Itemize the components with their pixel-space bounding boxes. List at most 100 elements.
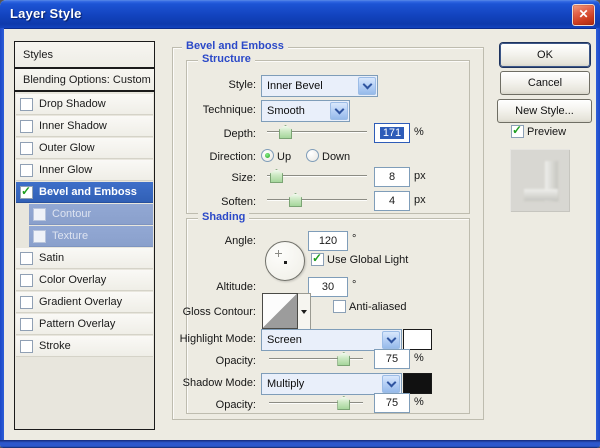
chevron-down-icon[interactable] (330, 102, 348, 120)
use-global-light-label: Use Global Light (327, 254, 409, 266)
sidebar-item-outer-glow[interactable]: Outer Glow (16, 138, 153, 159)
sidebar-item-pattern-overlay[interactable]: Pattern Overlay (16, 314, 153, 335)
checkbox[interactable] (20, 317, 33, 331)
shadow-opacity-input[interactable]: 75 (374, 393, 410, 413)
triangle-down-icon (301, 310, 307, 314)
slider-thumb[interactable] (337, 396, 351, 410)
angle-input[interactable]: 120 (308, 231, 348, 251)
highlight-color-swatch[interactable] (403, 329, 432, 350)
sidebar-item-inner-glow[interactable]: Inner Glow (16, 160, 153, 181)
preview-checkbox[interactable] (511, 123, 524, 138)
depth-label: Depth: (223, 128, 256, 140)
shadow-mode-dropdown[interactable]: Multiply (261, 373, 402, 395)
shadow-opacity-value: 75 (385, 397, 399, 409)
soften-input[interactable]: 4 (374, 191, 410, 211)
chevron-down-icon[interactable] (382, 331, 400, 349)
cancel-button[interactable]: Cancel (500, 71, 590, 95)
size-input[interactable]: 8 (374, 167, 410, 187)
direction-up-label: Up (277, 151, 292, 163)
sidebar-item-label: Gradient Overlay (39, 296, 123, 308)
sidebar-item-texture[interactable]: Texture (29, 226, 153, 247)
sidebar-item-bevel-and-emboss[interactable]: Bevel and Emboss (16, 182, 153, 203)
shading-title: Shading (198, 211, 250, 223)
direction-up-radio[interactable] (261, 149, 274, 162)
use-global-light-checkbox[interactable] (311, 251, 324, 266)
sidebar-item-label: Outer Glow (39, 142, 95, 154)
sidebar-item-gradient-overlay[interactable]: Gradient Overlay (16, 292, 153, 313)
checkbox[interactable] (20, 163, 33, 177)
checkbox[interactable] (33, 229, 46, 243)
sidebar-item-contour[interactable]: Contour (29, 204, 153, 225)
checkbox[interactable] (20, 251, 33, 265)
sidebar-item-color-overlay[interactable]: Color Overlay (16, 270, 153, 291)
new-style-button[interactable]: New Style... (497, 99, 592, 123)
shadow-mode-value: Multiply (267, 378, 305, 390)
chevron-down-icon[interactable] (358, 77, 376, 95)
altitude-unit: ° (352, 279, 357, 291)
sidebar-item-stroke[interactable]: Stroke (16, 336, 153, 357)
sidebar-item-label: Drop Shadow (39, 98, 106, 110)
styles-panel-header: Styles (14, 41, 155, 68)
close-icon[interactable]: ✕ (572, 4, 595, 26)
shadow-opacity-slider[interactable] (269, 395, 363, 410)
checkbox[interactable] (20, 339, 33, 353)
window-frame-bottom (0, 440, 600, 448)
sidebar-item-inner-shadow[interactable]: Inner Shadow (16, 116, 153, 137)
highlight-opacity-value: 75 (385, 353, 399, 365)
soften-value: 4 (388, 195, 396, 207)
depth-input[interactable]: 171 (374, 123, 410, 143)
shadow-color-swatch[interactable] (403, 373, 432, 394)
shadow-mode-label: Shadow Mode: (182, 377, 256, 389)
technique-value: Smooth (267, 105, 305, 117)
sidebar-item-satin[interactable]: Satin (16, 248, 153, 269)
slider-thumb[interactable] (337, 352, 351, 366)
slider-thumb[interactable] (279, 125, 292, 139)
altitude-input[interactable]: 30 (308, 277, 348, 297)
gloss-contour-arrow[interactable] (298, 293, 311, 331)
sidebar-item-label: Texture (52, 230, 89, 242)
sidebar-item-label: Inner Glow (39, 164, 93, 176)
slider-thumb[interactable] (270, 169, 283, 183)
style-label: Style: (228, 79, 256, 91)
highlight-opacity-label: Opacity: (215, 355, 256, 367)
direction-down-label: Down (322, 151, 351, 163)
size-slider[interactable] (267, 168, 367, 183)
ok-button[interactable]: OK (500, 43, 590, 67)
title-bar[interactable]: Layer Style ✕ (0, 0, 600, 29)
size-unit: px (414, 170, 426, 182)
chevron-down-icon[interactable] (382, 375, 400, 393)
layer-style-dialog: Layer Style ✕ Styles Blending Options: C… (0, 0, 600, 448)
blending-options-row[interactable]: Blending Options: Custom (14, 68, 155, 91)
highlight-opacity-slider[interactable] (269, 351, 363, 366)
direction-down-radio[interactable] (306, 149, 319, 162)
depth-unit: % (414, 126, 424, 138)
technique-label: Technique: (202, 104, 256, 116)
anti-aliased-checkbox[interactable] (333, 300, 346, 313)
highlight-mode-value: Screen (267, 334, 302, 346)
highlight-mode-dropdown[interactable]: Screen (261, 329, 402, 351)
checkbox[interactable] (33, 207, 46, 221)
gloss-contour-thumbnail[interactable] (262, 293, 298, 329)
checkbox[interactable] (20, 295, 33, 309)
checkbox[interactable] (20, 273, 33, 287)
highlight-opacity-input[interactable]: 75 (374, 349, 410, 369)
checkbox[interactable] (20, 97, 33, 111)
technique-dropdown[interactable]: Smooth (261, 100, 350, 122)
checkbox[interactable] (20, 184, 33, 199)
slider-track[interactable] (267, 199, 367, 200)
angle-dial[interactable] (265, 241, 305, 281)
sidebar-item-label: Color Overlay (39, 274, 107, 286)
sidebar-item-label: Bevel and Emboss (39, 186, 137, 198)
size-value: 8 (388, 171, 396, 183)
checkbox[interactable] (20, 141, 33, 155)
styles-list: Drop Shadow Inner Shadow Outer Glow Inne… (14, 91, 155, 430)
sidebar-item-drop-shadow[interactable]: Drop Shadow (16, 94, 153, 115)
style-dropdown[interactable]: Inner Bevel (261, 75, 378, 97)
depth-slider[interactable] (267, 124, 367, 139)
soften-slider[interactable] (267, 192, 367, 207)
soften-unit: px (414, 194, 426, 206)
anti-aliased-label: Anti-aliased (349, 301, 407, 313)
slider-thumb[interactable] (289, 193, 302, 207)
checkbox[interactable] (20, 119, 33, 133)
size-label: Size: (231, 172, 256, 184)
